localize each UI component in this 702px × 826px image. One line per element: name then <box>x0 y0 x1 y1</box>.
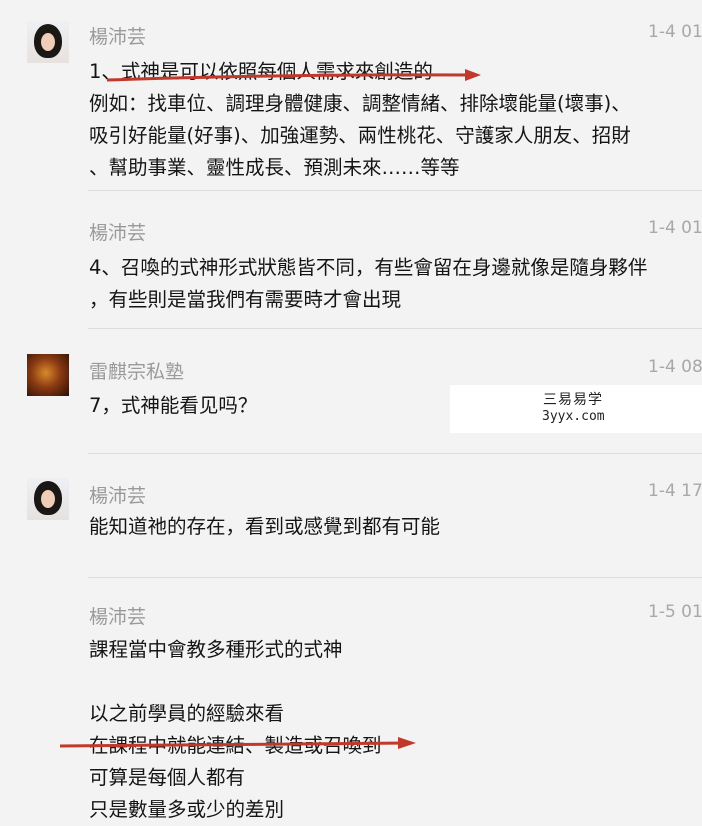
message-line: 能知道祂的存在，看到或感覺到都有可能 <box>89 515 441 538</box>
message-text: 課程當中會教多種形式的式神 以之前學員的經驗來看 在課程中就能連結、製造或召喚到… <box>89 634 382 826</box>
annotation-arrow <box>106 69 481 82</box>
message-time: 1-4 01: <box>648 218 702 238</box>
message-time: 1-5 01: <box>648 602 702 622</box>
message-line <box>89 666 382 698</box>
message-time: 1-4 08: <box>648 357 702 377</box>
message-line: 7，式神能看见吗？ <box>89 394 258 417</box>
message-divider <box>88 577 702 578</box>
watermark-url: 3yyx.com <box>542 409 605 424</box>
message-line: 4、召喚的式神形式狀態皆不同，有些會留在身邊就像是隨身夥伴 <box>89 256 648 279</box>
watermark: 三易易学 3yyx.com <box>450 385 702 433</box>
avatar[interactable] <box>27 354 69 396</box>
sender-name[interactable]: 楊沛芸 <box>89 602 146 629</box>
sender-name[interactable]: 楊沛芸 <box>89 481 146 508</box>
watermark-title: 三易易学 <box>543 392 603 408</box>
message-line: 可算是每個人都有 <box>89 766 246 789</box>
sender-name[interactable]: 楊沛芸 <box>89 22 146 49</box>
message-text: 能知道祂的存在，看到或感覺到都有可能 <box>89 511 440 543</box>
message-line: 例如：找車位、調理身體健康、調整情緒、排除壞能量(壞事)、 <box>89 92 631 115</box>
annotation-arrow <box>59 737 416 749</box>
avatar[interactable] <box>27 478 69 520</box>
message-line: ，有些則是當我們有需要時才會出現 <box>89 288 402 311</box>
message-divider <box>88 190 702 191</box>
message-time: 1-4 17: <box>648 481 702 501</box>
message-text: 4、召喚的式神形式狀態皆不同，有些會留在身邊就像是隨身夥伴 ，有些則是當我們有需… <box>89 252 647 316</box>
avatar[interactable] <box>27 21 69 63</box>
sender-name[interactable]: 楊沛芸 <box>89 218 146 245</box>
message-divider <box>88 328 702 329</box>
message-line: 、幫助事業、靈性成長、預測未來……等等 <box>89 156 460 179</box>
message-text: 7，式神能看见吗？ <box>89 390 257 422</box>
message-line: 只是數量多或少的差別 <box>89 798 285 821</box>
message-line: 以之前學員的經驗來看 <box>89 702 285 725</box>
message-line: 吸引好能量(好事)、加強運勢、兩性桃花、守護家人朋友、招財 <box>89 124 631 147</box>
sender-name[interactable]: 雷麒宗私塾 <box>89 357 184 384</box>
message-time: 1-4 01: <box>648 22 702 42</box>
message-line: 課程當中會教多種形式的式神 <box>89 638 343 661</box>
message-divider <box>88 453 702 454</box>
